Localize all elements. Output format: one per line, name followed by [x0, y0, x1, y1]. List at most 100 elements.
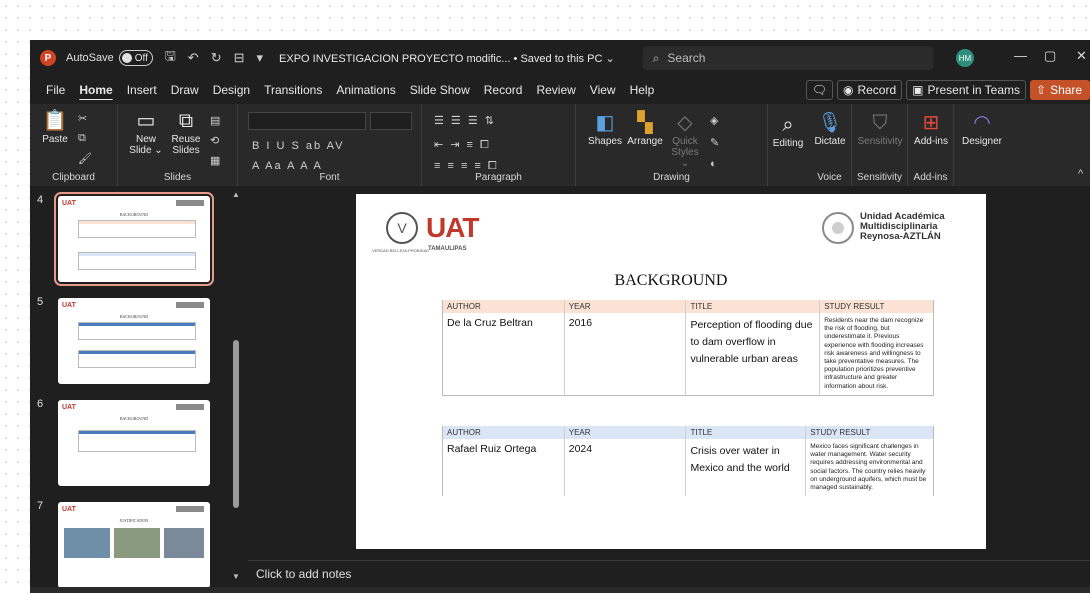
add-ins-icon: ⊞: [922, 112, 940, 134]
tab-view[interactable]: View: [583, 83, 623, 97]
group-slides: ▭ New Slide ⌄ ⧉ Reuse Slides ▤ ⟲ ▦ Slide…: [118, 104, 238, 186]
tab-design[interactable]: Design: [206, 83, 257, 97]
cell-title: Crisis over water in Mexico and the worl…: [685, 439, 806, 497]
uat-logo: V UAT VERDAD BELLEZA PROBIDAD TAMAULIPAS: [370, 206, 490, 256]
shape-effects-icon[interactable]: ◐: [710, 158, 719, 170]
slide-thumbnail-7[interactable]: UAT JUSTIFICATION: [58, 502, 210, 588]
reuse-slides-button[interactable]: ⧉ Reuse Slides: [168, 110, 204, 156]
group-clipboard: 📋 Paste ✂ ⧉ 🖌 Clipboard: [30, 104, 118, 186]
tab-help[interactable]: Help: [623, 83, 662, 97]
indent-buttons-icon[interactable]: ⇤ ⇥ ≡ ⧠: [434, 138, 491, 152]
share-button[interactable]: ⇧ Share: [1030, 80, 1090, 100]
tab-review[interactable]: Review: [529, 83, 582, 97]
document-title[interactable]: EXPO INVESTIGACION PROYECTO modific... •…: [279, 52, 615, 65]
quick-styles-button[interactable]: ◇ Quick Styles ⌄: [668, 112, 702, 169]
comments-button[interactable]: 🗨: [805, 80, 833, 100]
minimize-icon[interactable]: —: [1014, 48, 1027, 63]
thumb-logo: UAT: [62, 404, 76, 411]
slide-thumbnail-5[interactable]: UAT BACKGROUND: [58, 298, 210, 384]
editing-label: Editing: [772, 138, 804, 149]
shape-fill-icon[interactable]: ◈: [710, 114, 720, 127]
ribbon: 📋 Paste ✂ ⧉ 🖌 Clipboard ▭ New Slide ⌄ ⧉ …: [30, 104, 1090, 186]
sensitivity-icon: ⛉: [872, 112, 888, 134]
tab-transitions[interactable]: Transitions: [257, 83, 329, 97]
slide-thumbnail-4[interactable]: UAT BACKGROUND: [54, 192, 214, 286]
thumb-title: BACKGROUND: [119, 314, 149, 319]
customize-toolbar-icon[interactable]: ▾: [257, 50, 264, 66]
save-icon[interactable]: 🖫: [165, 47, 176, 69]
header-title: TITLE: [685, 426, 806, 439]
thumb-table: [78, 350, 196, 368]
share-icon: ⇧: [1036, 83, 1047, 97]
thumb-title: BACKGROUND: [119, 416, 149, 421]
add-ins-button[interactable]: ⊞ Add-ins: [910, 112, 952, 147]
designer-icon: ◠: [973, 112, 991, 134]
thumb-table-header: [79, 253, 195, 256]
drawing-label: Drawing: [653, 172, 690, 183]
tab-record[interactable]: Record: [477, 83, 530, 97]
background-table-1[interactable]: AUTHOR YEAR TITLE STUDY RESULT De la Cru…: [442, 300, 934, 396]
list-buttons-icon[interactable]: ☰ ☰ ☰ ⇅: [434, 114, 496, 127]
present-in-teams-button[interactable]: ▣ Present in Teams: [906, 80, 1026, 100]
tab-file[interactable]: File: [30, 83, 72, 97]
search-box[interactable]: ⌕ Search: [642, 46, 933, 70]
maximize-icon[interactable]: ▢: [1044, 48, 1056, 64]
autosave-toggle[interactable]: Off: [118, 50, 153, 66]
font-size-combo[interactable]: [370, 112, 412, 130]
layout-icon[interactable]: ▤: [210, 114, 222, 127]
thumbnails-scrollbar[interactable]: [233, 340, 239, 508]
header-year: YEAR: [563, 426, 686, 439]
undo-icon[interactable]: ↶: [188, 50, 199, 66]
section-icon[interactable]: ▦: [210, 154, 222, 167]
cut-icon[interactable]: ✂: [78, 112, 89, 125]
record-button[interactable]: ◉ Record: [836, 80, 903, 100]
new-slide-button[interactable]: ▭ New Slide ⌄: [128, 110, 164, 156]
cell-year: 2016: [563, 313, 686, 396]
thumb-logo: UAT: [62, 506, 76, 513]
notes-placeholder: Click to add notes: [256, 567, 352, 581]
reuse-slides-label: Reuse Slides: [171, 134, 201, 156]
header-study-result: STUDY RESULT: [819, 300, 934, 313]
tab-draw[interactable]: Draw: [164, 83, 206, 97]
shapes-button[interactable]: ◧ Shapes: [588, 112, 622, 147]
font-name-combo[interactable]: [248, 112, 366, 130]
tab-slide-show[interactable]: Slide Show: [403, 83, 477, 97]
university-seal-icon: [822, 212, 854, 244]
slides-label: Slides: [163, 172, 192, 183]
tab-home[interactable]: Home: [72, 83, 119, 97]
avatar[interactable]: HM: [956, 49, 974, 67]
slide-title[interactable]: BACKGROUND: [356, 272, 986, 290]
record-icon: ◉: [842, 83, 854, 97]
thumb-title: BACKGROUND: [119, 212, 149, 217]
scroll-down-icon[interactable]: ▼: [232, 572, 240, 581]
redo-icon[interactable]: ↻: [211, 50, 222, 66]
shapes-icon: ◧: [595, 112, 615, 134]
format-painter-icon[interactable]: 🖌: [78, 152, 94, 165]
title-bar: P AutoSave Off 🖫 ↶ ↻ ⊟ ▾ EXPO INVESTIGAC…: [30, 40, 1090, 76]
slide-thumbnail-6[interactable]: UAT BACKGROUND: [58, 400, 210, 486]
font-color-buttons[interactable]: A Aa A A A: [252, 160, 323, 172]
cell-title: Perception of flooding due to dam overfl…: [685, 313, 820, 396]
tab-insert[interactable]: Insert: [120, 83, 164, 97]
collapse-ribbon-icon[interactable]: ^: [1078, 168, 1085, 180]
thumb-photo: [164, 528, 204, 558]
designer-button[interactable]: ◠ Designer: [958, 112, 1006, 147]
close-icon[interactable]: ✕: [1076, 48, 1087, 64]
paste-button[interactable]: 📋 Paste: [40, 110, 70, 145]
tab-animations[interactable]: Animations: [329, 83, 402, 97]
autosave-state: Off: [134, 52, 148, 64]
background-table-2[interactable]: AUTHOR YEAR TITLE STUDY RESULT Rafael Ru…: [442, 426, 934, 497]
scroll-up-icon[interactable]: ▲: [232, 190, 240, 199]
arrange-button[interactable]: ▚ Arrange: [626, 112, 664, 147]
toggle-knob: [121, 53, 132, 63]
editing-button[interactable]: ⌕ Editing: [768, 114, 808, 149]
reset-icon[interactable]: ⟲: [210, 134, 221, 147]
sensitivity-button[interactable]: ⛉ Sensitivity: [854, 112, 906, 147]
font-format-buttons[interactable]: B I U S ab AV: [252, 140, 344, 152]
dictate-button[interactable]: 🎙 Dictate: [810, 112, 850, 147]
current-slide[interactable]: V UAT VERDAD BELLEZA PROBIDAD TAMAULIPAS…: [356, 194, 986, 549]
copy-icon[interactable]: ⧉: [78, 132, 88, 145]
slide-number: 6: [37, 398, 44, 410]
shape-outline-icon[interactable]: ✎: [710, 136, 721, 149]
start-from-beginning-icon[interactable]: ⊟: [234, 50, 245, 66]
